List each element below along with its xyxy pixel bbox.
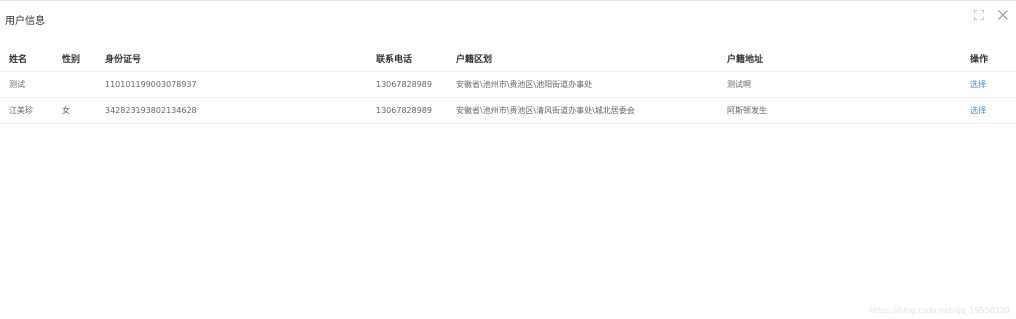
header-action: 操作 <box>970 55 989 65</box>
header-address: 户籍地址 <box>727 55 764 65</box>
table-row: 江美珍 女 342823193802134628 13067828989 安徽省… <box>0 98 1016 124</box>
header-region: 户籍区划 <box>456 55 493 65</box>
cell-phone: 13067828989 <box>376 106 432 115</box>
user-table: 姓名 性别 身份证号 联系电话 户籍区划 户籍地址 操作 测试 11010119… <box>0 46 1016 124</box>
select-link[interactable]: 选择 <box>970 79 986 90</box>
fullscreen-icon[interactable] <box>972 8 986 22</box>
watermark: https://blog.csdn.net/qq_19550120 <box>869 306 1010 315</box>
dialog-title: 用户信息 <box>5 16 45 27</box>
cell-region: 安徽省\池州市\贵池区\池阳街道办事处 <box>456 80 593 89</box>
cell-region: 安徽省\池州市\贵池区\清风街道办事处\城北居委会 <box>456 106 635 115</box>
cell-address: 阿斯顿发生 <box>727 106 767 115</box>
header-name: 姓名 <box>9 55 28 65</box>
cell-action: 选择 <box>970 72 1010 97</box>
header-gender: 性别 <box>62 55 81 65</box>
cell-id-number: 110101199003078937 <box>105 80 197 89</box>
cell-id-number: 342823193802134628 <box>105 106 197 115</box>
table-header-row: 姓名 性别 身份证号 联系电话 户籍区划 户籍地址 操作 <box>0 46 1016 72</box>
cell-gender: 女 <box>62 106 70 115</box>
dialog-titlebar: 用户信息 <box>0 1 1016 35</box>
close-icon[interactable] <box>996 8 1010 22</box>
table-row: 测试 110101199003078937 13067828989 安徽省\池州… <box>0 72 1016 98</box>
cell-gender <box>62 72 102 97</box>
dialog-title-actions <box>972 8 1010 22</box>
cell-phone: 13067828989 <box>376 80 432 89</box>
cell-name: 测试 <box>9 80 25 89</box>
user-info-dialog: 用户信息 姓名 性别 身份证号 联系电话 户籍区划 户籍地址 操作 测试 110… <box>0 0 1016 319</box>
cell-action: 选择 <box>970 98 1010 123</box>
select-link[interactable]: 选择 <box>970 105 986 116</box>
header-phone: 联系电话 <box>376 55 413 65</box>
cell-name: 江美珍 <box>9 106 33 115</box>
cell-address: 测试啊 <box>727 80 751 89</box>
header-id-number: 身份证号 <box>105 55 142 65</box>
